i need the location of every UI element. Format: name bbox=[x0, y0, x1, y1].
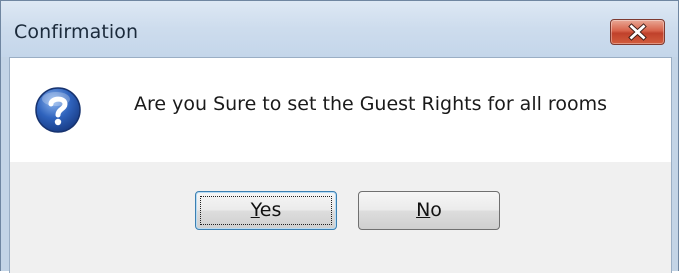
yes-button-label: Yes bbox=[251, 199, 282, 221]
close-button[interactable] bbox=[610, 19, 665, 45]
no-button[interactable]: No bbox=[358, 191, 500, 230]
no-button-label: No bbox=[416, 199, 442, 221]
button-area bbox=[10, 162, 671, 273]
title-bar[interactable]: Confirmation bbox=[1, 1, 678, 57]
yes-button[interactable]: Yes bbox=[195, 191, 337, 230]
no-mnemonic: N bbox=[416, 199, 431, 221]
confirmation-message: Are you Sure to set the Guest Rights for… bbox=[134, 93, 607, 115]
no-label-rest: o bbox=[430, 199, 442, 221]
yes-label-rest: es bbox=[259, 199, 282, 221]
question-icon bbox=[35, 87, 81, 133]
dialog-body: Are you Sure to set the Guest Rights for… bbox=[9, 57, 672, 273]
yes-mnemonic: Y bbox=[250, 199, 260, 221]
dialog-title: Confirmation bbox=[14, 21, 139, 43]
confirmation-dialog: Confirmation Are you Sure to set the Gue… bbox=[0, 0, 679, 273]
close-icon bbox=[628, 23, 647, 41]
